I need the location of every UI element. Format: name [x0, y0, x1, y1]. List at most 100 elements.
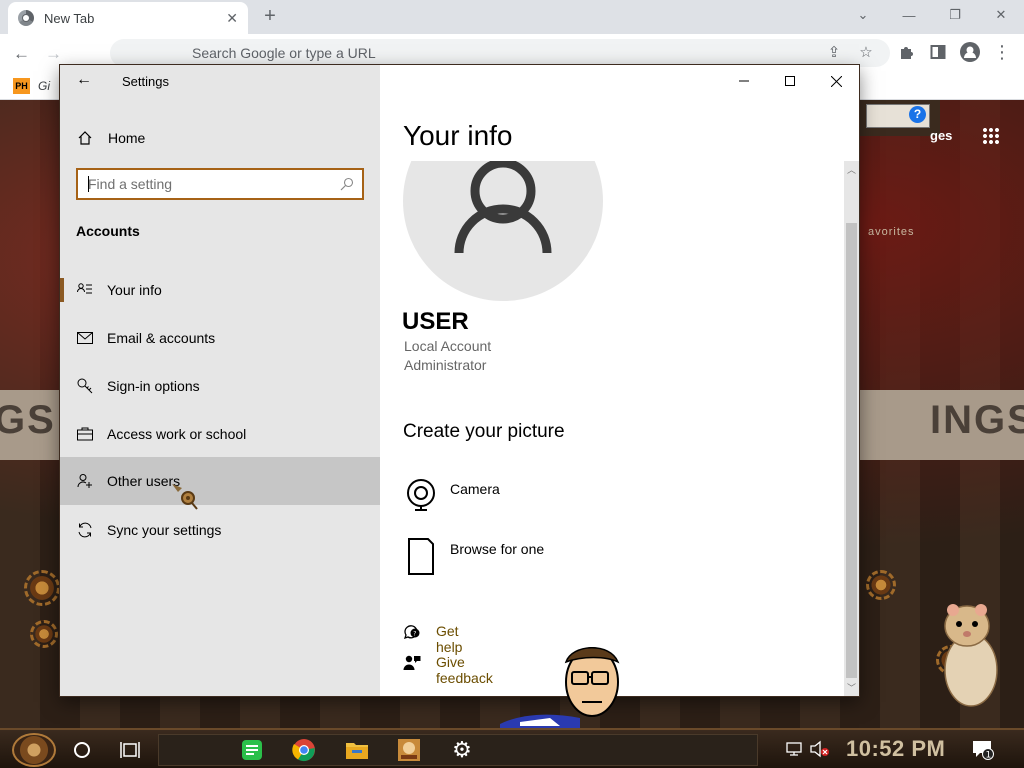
browser-tab-strip: New Tab ✕ + ⌄ — ❐ ✕	[0, 0, 1024, 34]
option-label: Camera	[450, 481, 500, 497]
minimize-icon[interactable]: —	[886, 0, 932, 30]
camera-option[interactable]: Camera	[403, 475, 703, 515]
sidebar-item-label: Access work or school	[107, 426, 247, 442]
scrollbar-thumb[interactable]	[846, 223, 857, 678]
game-app-icon[interactable]	[397, 738, 421, 762]
scroll-down-arrow-icon[interactable]: ﹀	[847, 681, 856, 694]
settings-gear-icon[interactable]: ⚙	[450, 737, 474, 762]
settings-sidebar: ← Settings Home Accounts Your info Email…	[60, 65, 380, 696]
share-icon[interactable]: ⇪	[824, 42, 844, 62]
section-title: Accounts	[76, 223, 140, 239]
volume-muted-icon[interactable]	[809, 740, 831, 758]
notes-app-icon[interactable]	[240, 738, 264, 762]
file-explorer-icon[interactable]	[345, 738, 369, 762]
close-icon[interactable]	[813, 65, 859, 97]
document-icon	[408, 538, 434, 575]
network-icon[interactable]	[785, 740, 803, 758]
chrome-favicon-icon	[18, 10, 34, 26]
tab-search-chevron-icon[interactable]: ⌄	[840, 0, 886, 30]
sidebar-item-label: Sync your settings	[107, 522, 222, 538]
sidebar-item-your-info[interactable]: Your info	[60, 266, 380, 314]
scrollbar[interactable]: ︿ ﹀	[844, 161, 859, 696]
forward-arrow-icon[interactable]: →	[45, 44, 62, 64]
background-banner-text-left: GS	[0, 398, 56, 442]
notification-count: 1	[986, 751, 992, 761]
briefcase-icon	[77, 427, 93, 441]
avatar-circle	[403, 161, 603, 301]
back-arrow-icon[interactable]: ←	[13, 44, 30, 64]
sidebar-item-sign-in-options[interactable]: Sign-in options	[60, 362, 380, 410]
search-input[interactable]	[88, 175, 328, 193]
back-arrow-icon[interactable]: ←	[76, 71, 92, 89]
link-label: Get help	[436, 623, 463, 655]
background-favorites-text: avorites	[868, 226, 915, 238]
find-setting-search[interactable]	[76, 168, 364, 200]
decorative-gear	[24, 570, 60, 606]
profile-avatar-icon[interactable]	[960, 42, 980, 62]
home-label: Home	[108, 130, 146, 146]
help-icon[interactable]: ?	[909, 106, 926, 123]
task-view-icon[interactable]	[120, 741, 140, 759]
scroll-up-arrow-icon[interactable]: ︿	[847, 163, 856, 176]
decorative-gear	[30, 620, 58, 648]
sidebar-item-email-accounts[interactable]: Email & accounts	[60, 314, 380, 362]
restore-icon[interactable]: ❐	[932, 0, 978, 30]
bookmark-favicon: PH	[13, 78, 30, 94]
bookmark-star-icon[interactable]: ☆	[856, 42, 876, 62]
maximize-icon[interactable]	[767, 65, 813, 97]
sidebar-item-sync-settings[interactable]: Sync your settings	[60, 506, 380, 554]
more-menu-icon[interactable]: ⋮	[992, 42, 1012, 62]
start-button[interactable]	[12, 733, 56, 767]
steampunk-cursor-icon	[172, 484, 198, 510]
svg-text:?: ?	[413, 631, 416, 638]
apps-grid-icon[interactable]	[982, 127, 1000, 145]
app-title: Settings	[122, 74, 169, 89]
tab-title: New Tab	[44, 10, 95, 26]
new-tab-button[interactable]: +	[258, 4, 282, 28]
hamster-mascot-sticker	[944, 604, 998, 707]
decorative-gear	[866, 570, 896, 600]
account-role: Administrator	[404, 357, 487, 373]
home-nav-item[interactable]: Home	[60, 121, 380, 155]
option-label: Browse for one	[450, 541, 545, 557]
browser-window-controls: ⌄ — ❐ ✕	[840, 0, 1024, 34]
avatar	[403, 161, 605, 303]
settings-window: ← Settings Home Accounts Your info Email…	[60, 65, 859, 696]
browse-option[interactable]: Browse for one	[403, 535, 703, 575]
side-panel-icon[interactable]	[928, 42, 948, 62]
browser-tab[interactable]: New Tab ✕	[8, 2, 248, 34]
search-icon	[340, 177, 354, 191]
system-tray	[785, 740, 831, 758]
extensions-puzzle-icon[interactable]	[896, 42, 916, 62]
minimize-icon[interactable]	[721, 65, 767, 97]
background-link-text: ges	[930, 128, 953, 143]
cartoon-character-sticker	[500, 647, 620, 730]
background-banner-text-right: INGS	[930, 398, 1024, 442]
user-name: USER	[402, 308, 469, 335]
page-title: Your info	[403, 120, 513, 151]
close-tab-icon[interactable]: ✕	[226, 10, 238, 27]
bookmark-label[interactable]: Gi	[38, 79, 50, 93]
home-icon	[78, 131, 92, 145]
cortana-search-icon[interactable]	[74, 742, 90, 758]
account-type: Local Account	[404, 338, 492, 354]
window-controls	[721, 65, 859, 97]
feedback-icon	[403, 655, 421, 670]
taskbar: ⚙ 10:52 PM 1	[0, 728, 1024, 768]
text-caret	[88, 176, 89, 192]
close-window-icon[interactable]: ✕	[978, 0, 1024, 30]
mail-icon	[77, 332, 93, 344]
camera-icon	[407, 479, 435, 511]
action-center-icon[interactable]: 1	[972, 740, 994, 760]
link-label: Give feedback	[436, 654, 493, 686]
sidebar-item-other-users[interactable]: Other users	[60, 457, 380, 505]
settings-content: Your info USER Local Account Administrat…	[380, 65, 859, 696]
key-icon	[77, 378, 93, 394]
user-silhouette-icon	[454, 161, 552, 254]
sidebar-item-access-work[interactable]: Access work or school	[60, 410, 380, 458]
sidebar-item-label: Your info	[107, 282, 162, 298]
chrome-icon[interactable]	[292, 738, 316, 762]
sync-icon	[78, 522, 92, 538]
address-bar-placeholder: Search Google or type a URL	[192, 45, 376, 61]
taskbar-clock[interactable]: 10:52 PM	[846, 736, 945, 762]
